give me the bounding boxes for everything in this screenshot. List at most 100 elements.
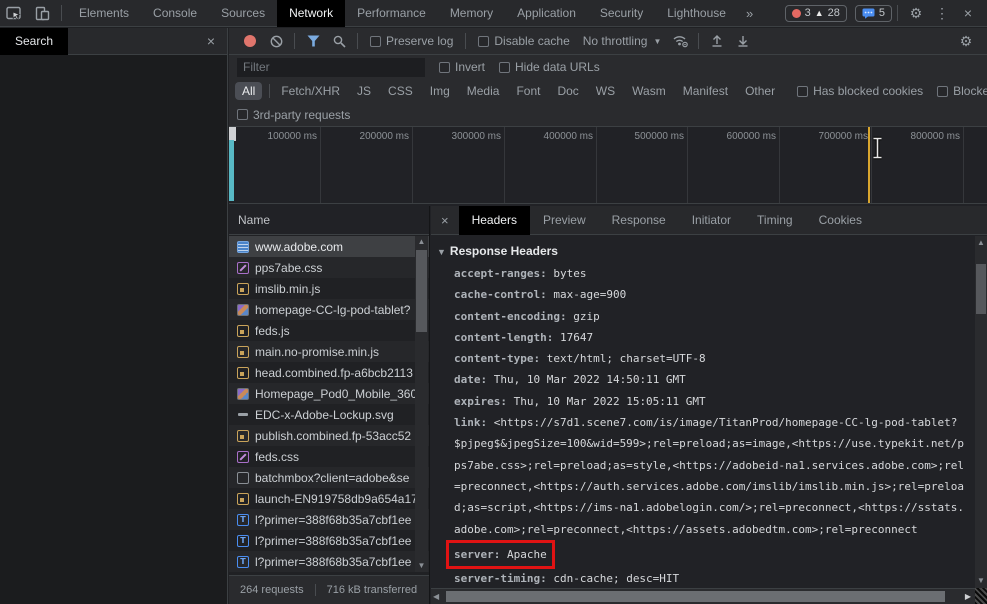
clear-network-log-icon[interactable] [263,35,289,48]
type-filter-pill[interactable]: All [235,82,262,100]
scroll-down-icon[interactable]: ▼ [975,575,987,587]
details-horizontal-scrollbar[interactable]: ◀ ▶ [431,588,975,604]
disable-cache-checkbox[interactable] [478,36,489,47]
details-tab[interactable]: Timing [744,206,806,235]
request-row[interactable]: publish.combined.fp-53acc52 [229,425,429,446]
panel-tab[interactable]: Security [588,0,655,27]
scrollbar-corner [975,588,987,604]
throttling-value: No throttling [583,34,648,48]
request-row[interactable]: pps7abe.css [229,257,429,278]
type-filter-pill[interactable]: CSS [381,82,420,100]
request-row[interactable]: head.combined.fp-a6bcb2113 [229,362,429,383]
scroll-down-icon[interactable]: ▼ [415,560,428,572]
issues-badge[interactable]: 5 [855,5,892,22]
close-details-icon[interactable]: × [431,213,459,228]
timeline-gridline: 600000 ms [779,127,780,203]
inspect-element-icon[interactable] [0,0,28,27]
settings-gear-icon[interactable]: ⚙ [903,0,929,27]
file-type-icon [237,346,249,358]
preserve-log-checkbox[interactable] [370,36,381,47]
details-tab[interactable]: Headers [459,206,530,235]
network-panel: Preserve log Disable cache No throttling… [229,28,987,604]
more-tabs-icon[interactable]: » [738,0,761,27]
request-row[interactable]: imslib.min.js [229,278,429,299]
search-panel-tab[interactable]: Search [0,28,68,55]
throttling-dropdown[interactable]: No throttling ▼ [583,34,662,48]
filter-input[interactable] [237,58,425,77]
details-tab[interactable]: Initiator [679,206,744,235]
type-filter-pill[interactable]: JS [350,82,378,100]
panel-tab[interactable]: Memory [438,0,505,27]
request-row[interactable]: feds.css [229,446,429,467]
blocked-requests-checkbox[interactable] [937,86,948,97]
request-name: feds.js [255,324,290,338]
details-tab[interactable]: Cookies [806,206,875,235]
toggle-device-toolbar-icon[interactable] [28,0,56,27]
headers-content: ▼Response Headers accept-rangesbytes cac… [431,236,975,588]
request-details-pane: × HeadersPreviewResponseInitiatorTimingC… [431,206,987,604]
filter-funnel-icon[interactable] [300,35,326,47]
record-network-log-button[interactable] [237,35,263,47]
type-filter-pill[interactable]: Other [738,82,782,100]
request-row[interactable]: launch-EN919758db9a654a17 [229,488,429,509]
panel-tab[interactable]: Elements [67,0,141,27]
scroll-left-icon[interactable]: ◀ [433,589,439,604]
type-filter-pill[interactable]: Wasm [625,82,673,100]
type-filter-pill[interactable]: Img [423,82,457,100]
type-filter-pill[interactable]: Media [460,82,507,100]
type-filter-pill[interactable]: Manifest [676,82,735,100]
type-filter-pill[interactable]: Fetch/XHR [274,82,347,100]
panel-tab[interactable]: Lighthouse [655,0,738,27]
request-row[interactable]: l?primer=388f68b35a7cbf1ee [229,530,429,551]
close-search-icon[interactable]: × [195,33,227,49]
request-list-scrollbar[interactable]: ▲ ▼ [415,236,428,572]
request-row[interactable]: batchmbox?client=adobe&se [229,467,429,488]
search-network-icon[interactable] [326,35,352,48]
scroll-up-icon[interactable]: ▲ [975,237,987,249]
third-party-requests-checkbox[interactable] [237,109,248,120]
type-filter-pill[interactable]: Doc [550,82,585,100]
panel-tab[interactable]: Performance [345,0,438,27]
kebab-menu-icon[interactable]: ⋮ [929,0,955,27]
header-value: text/html; charset=UTF-8 [547,352,706,365]
header-value: Thu, 10 Mar 2022 15:05:11 GMT [514,395,706,408]
details-vertical-scrollbar[interactable]: ▲ ▼ [975,236,987,588]
response-header-line: dateThu, 10 Mar 2022 14:50:11 GMT [437,369,965,390]
close-devtools-icon[interactable]: × [955,0,981,27]
network-conditions-icon[interactable] [667,34,693,48]
request-row[interactable]: l?primer=388f68b35a7cbf1ee [229,509,429,530]
panel-tab[interactable]: Sources [209,0,277,27]
panel-tab[interactable]: Application [505,0,588,27]
console-errors-warnings-badge[interactable]: 3 ▲ 28 [785,5,847,22]
request-name: pps7abe.css [255,261,322,275]
scrollbar-thumb[interactable] [976,264,986,314]
panel-tab[interactable]: Network [277,0,345,27]
response-headers-section[interactable]: ▼Response Headers [437,241,965,263]
export-har-icon[interactable] [730,34,756,48]
blocked-requests-label: Blocked Requests [953,84,987,98]
request-row[interactable]: feds.js [229,320,429,341]
scroll-up-icon[interactable]: ▲ [415,236,428,248]
name-column-header[interactable]: Name [229,206,429,235]
request-row[interactable]: l?primer=388f68b35a7cbf1ee [229,551,429,572]
has-blocked-cookies-checkbox[interactable] [797,86,808,97]
request-row[interactable]: homepage-CC-lg-pod-tablet? [229,299,429,320]
scrollbar-thumb[interactable] [416,250,427,332]
request-row[interactable]: www.adobe.com [229,236,429,257]
panel-tab[interactable]: Console [141,0,209,27]
details-tab[interactable]: Preview [530,206,599,235]
network-overview-timeline[interactable]: 100000 ms200000 ms300000 ms400000 ms5000… [229,127,987,204]
request-row[interactable]: EDC-x-Adobe-Lockup.svg [229,404,429,425]
scrollbar-thumb[interactable] [446,591,945,602]
header-name: link [454,416,494,429]
request-row[interactable]: main.no-promise.min.js [229,341,429,362]
network-settings-gear-icon[interactable]: ⚙ [953,28,979,55]
request-row[interactable]: Homepage_Pod0_Mobile_360 [229,383,429,404]
scroll-right-icon[interactable]: ▶ [965,589,971,604]
invert-checkbox[interactable] [439,62,450,73]
type-filter-pill[interactable]: Font [509,82,547,100]
hide-data-urls-checkbox[interactable] [499,62,510,73]
import-har-icon[interactable] [704,34,730,48]
details-tab[interactable]: Response [599,206,679,235]
type-filter-pill[interactable]: WS [589,82,622,100]
